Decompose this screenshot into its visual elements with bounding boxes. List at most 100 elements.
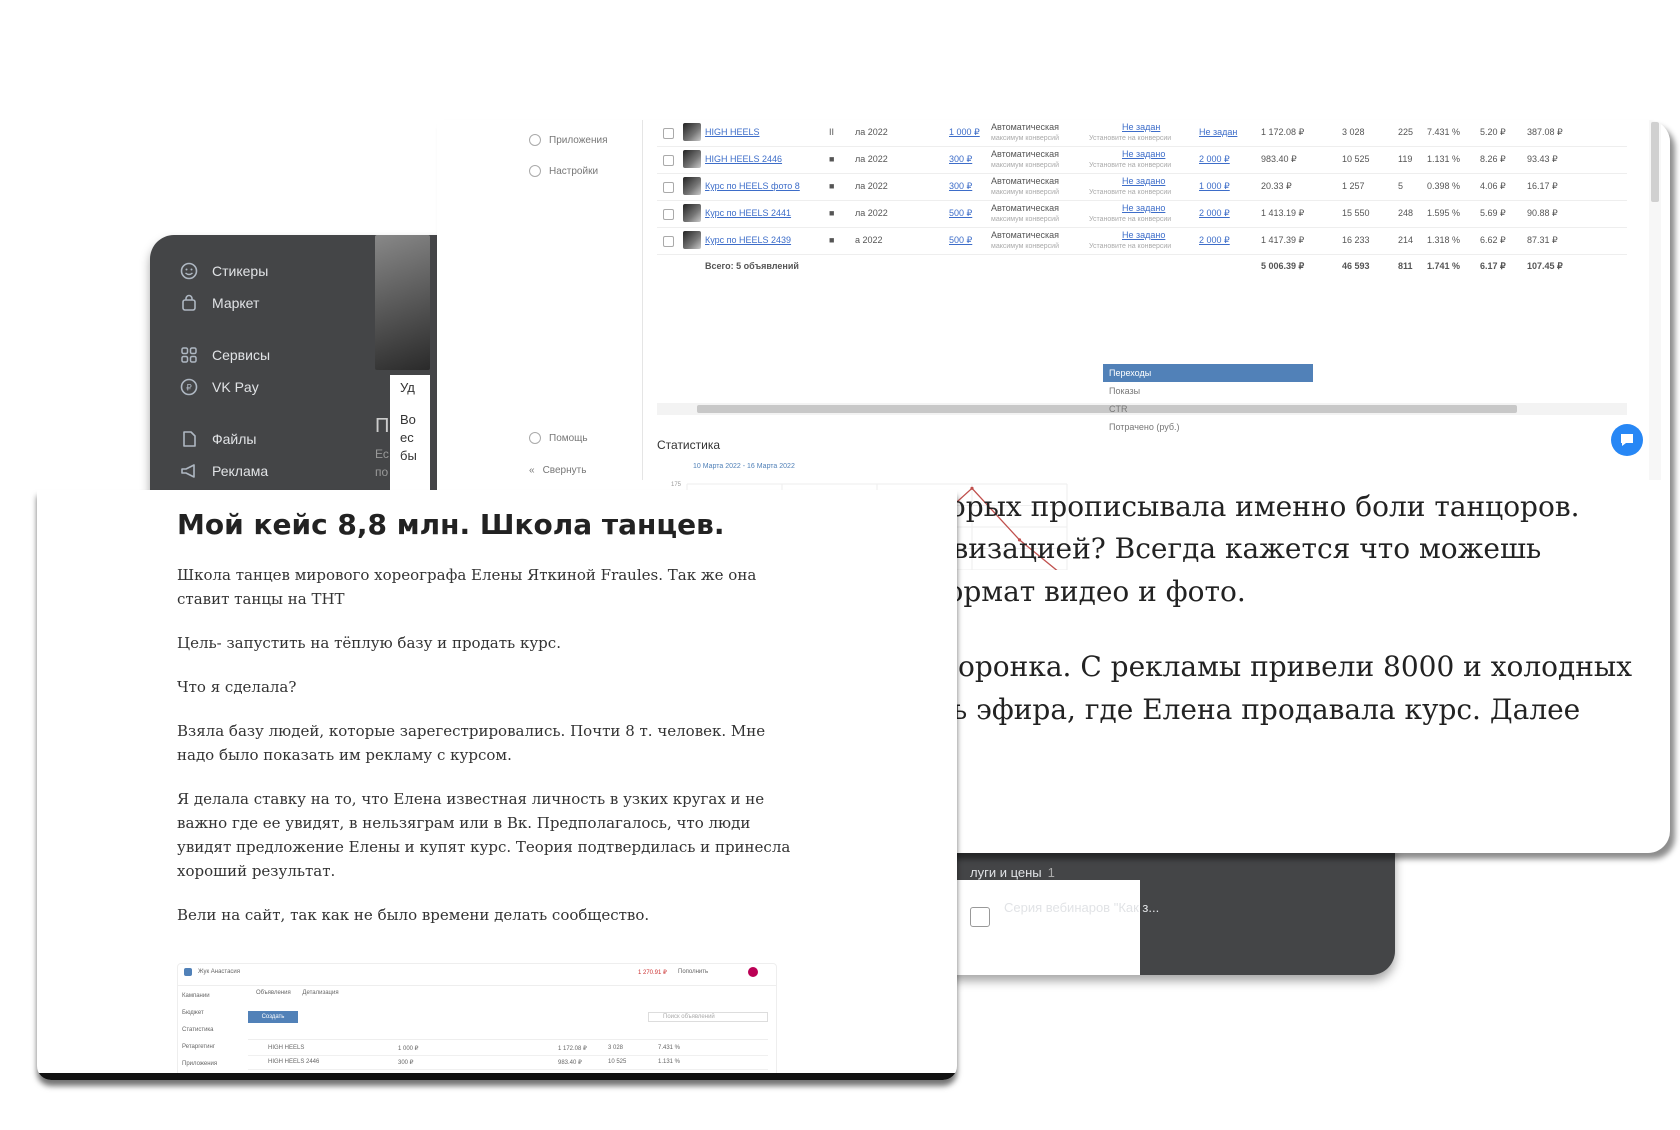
ads-cell-bid: Автоматическая <box>991 176 1059 186</box>
vk-menu-ads[interactable]: Реклама <box>178 455 408 487</box>
svg-text:₽: ₽ <box>186 384 192 394</box>
ads-cell-cpc: 5.20 ₽ <box>1480 127 1506 137</box>
ads-table-row[interactable]: Курс по HEELS 2441 ■ ла 2022 500 ₽ Автоматич… <box>657 201 1627 228</box>
ads-cell-price[interactable]: 500 ₽ <box>949 235 972 246</box>
vk-menu-services[interactable]: Сервисы <box>178 339 408 371</box>
ads-cell-limit[interactable]: Не задано <box>1122 230 1165 240</box>
row-checkbox[interactable] <box>663 155 674 166</box>
ads-cell-price[interactable]: 1 000 ₽ <box>949 127 980 138</box>
ads-cell-status: ■ <box>829 181 835 191</box>
ads-table: HIGH HEELS II ла 2022 1 000 ₽ Автоматическая… <box>657 120 1627 279</box>
mini-sidebar-item[interactable]: Приложения <box>182 1056 242 1073</box>
ads-cell-budget[interactable]: 2 000 ₽ <box>1199 208 1230 219</box>
mini-sidebar-item[interactable]: Ретаргетинг <box>182 1039 242 1056</box>
ads-sidebar-help[interactable]: Помощь <box>529 422 588 454</box>
separator <box>178 319 408 339</box>
mini-table-row[interactable]: HIGH HEELS 2446 300 ₽ 983.40 ₽ 10 525 1.… <box>248 1056 768 1070</box>
ads-cell-cpc: 5.69 ₽ <box>1480 208 1506 218</box>
ads-cell-name[interactable]: Курс по HEELS 2439 <box>705 235 791 245</box>
vk-menu-files[interactable]: Файлы <box>178 423 408 455</box>
ads-cell-budget[interactable]: 2 000 ₽ <box>1199 154 1230 165</box>
scroll-thumb[interactable] <box>1651 122 1659 202</box>
ads-cell-budget[interactable]: Не задан <box>1199 127 1237 137</box>
ads-cell-limit[interactable]: Не задан <box>1122 122 1160 132</box>
mini-create-button[interactable]: Создать объявление <box>248 1011 298 1032</box>
ads-cell-spent: 983.40 ₽ <box>1261 154 1297 164</box>
vk-services-title[interactable]: луги и цены 1 <box>970 865 1370 880</box>
vk-menu-market[interactable]: Маркет <box>178 287 408 319</box>
ad-thumbnail <box>683 177 701 195</box>
vk-service-item[interactable]: Серия вебинаров "Как з... 4 990 ₽ <box>970 900 1370 933</box>
chat-button[interactable] <box>1611 424 1643 456</box>
mini-tab[interactable]: Объявления <box>256 990 291 996</box>
mini-account[interactable]: Жук Анастасия <box>198 969 240 975</box>
vk-menu-label: Файлы <box>212 431 257 447</box>
ads-cell-price[interactable]: 300 ₽ <box>949 181 972 192</box>
mini-cell: 10 525 <box>608 1059 627 1065</box>
bottom-strip <box>37 1073 957 1080</box>
ads-cell-shows: 10 525 <box>1342 154 1370 164</box>
ads-cell-limit_sub: Установите на конверсии <box>1089 243 1172 250</box>
mini-cell: HIGH HEELS 2446 <box>268 1059 320 1065</box>
ads-cell-name[interactable]: Курс по HEELS 2441 <box>705 208 791 218</box>
vk-menu-stickers[interactable]: Стикеры <box>178 255 408 287</box>
y-tick-label: 175 <box>671 482 682 488</box>
mini-topup[interactable]: Пополнить <box>678 969 708 975</box>
vk-logo-icon <box>184 968 192 976</box>
ads-table-row[interactable]: HIGH HEELS 2446 ■ ла 2022 300 ₽ Автоматическ… <box>657 147 1627 174</box>
ads-cell-limit[interactable]: Не задано <box>1122 176 1165 186</box>
article-line: провизацией? Всегда кажется что можешь <box>899 532 1542 565</box>
vk-menu-vkpay[interactable]: ₽ VK Pay <box>178 371 408 403</box>
row-checkbox[interactable] <box>663 209 674 220</box>
ads-cell-spent: 1 172.08 ₽ <box>1261 127 1305 137</box>
sidebar-label: Помощь <box>549 432 588 444</box>
ads-cell-price[interactable]: 300 ₽ <box>949 154 972 165</box>
ads-sidebar-apps[interactable]: Приложения <box>529 124 608 156</box>
mini-ads-screenshot: Жук Анастасия 1 270.91 ₽ Пополнить Кампа… <box>177 963 777 1080</box>
ads-cell-limit[interactable]: Не задано <box>1122 149 1165 159</box>
mini-tab[interactable]: Детализация <box>302 990 338 996</box>
ads-table-row[interactable]: HIGH HEELS II ла 2022 1 000 ₽ Автоматическая… <box>657 120 1627 147</box>
legend-item[interactable]: CTR <box>1103 400 1313 418</box>
mini-sidebar: Кампании Бюджет Статистика Ретаргетинг П… <box>182 988 242 1073</box>
mini-sidebar-item[interactable]: Статистика <box>182 1022 242 1039</box>
collage: Уд Во ес бы П Ес по Стикеры Маркет Серви… <box>0 0 1680 1130</box>
ads-cell-shows: 3 028 <box>1342 127 1365 137</box>
ads-sidebar-collapse[interactable]: « Свернуть <box>529 454 586 486</box>
legend-item[interactable]: Переходы <box>1103 364 1313 382</box>
ads-table-row[interactable]: Курс по HEELS 2439 ■ а 2022 500 ₽ Автоматиче… <box>657 228 1627 255</box>
mini-sidebar-item[interactable]: Кампании <box>182 988 242 1005</box>
mini-sidebar-item[interactable]: Бюджет <box>182 1005 242 1022</box>
mini-cell: 1 000 ₽ <box>398 1046 419 1052</box>
article-line: которых прописывала именно боли танцоров… <box>899 490 1580 523</box>
avatar[interactable] <box>748 967 758 977</box>
divider <box>642 120 643 480</box>
ads-table-row[interactable]: Курс по HEELS фото 8 ■ ла 2022 300 ₽ Автомат… <box>657 174 1627 201</box>
vertical-scrollbar[interactable] <box>1649 120 1661 480</box>
sidebar-label: Приложения <box>549 134 608 146</box>
ads-cell-name[interactable]: HIGH HEELS <box>705 127 760 137</box>
legend-item[interactable]: Показы <box>1103 382 1313 400</box>
vk-menu-label: Стикеры <box>212 263 269 279</box>
ad-thumbnail <box>683 204 701 222</box>
ads-cell-cpc: 8.26 ₽ <box>1480 154 1506 164</box>
article-paragraph: Вели на сайт, так как не было времени де… <box>177 906 650 924</box>
mini-cell: 3 028 <box>608 1045 624 1051</box>
row-checkbox[interactable] <box>663 182 674 193</box>
ads-cell-date: ла 2022 <box>855 154 888 164</box>
mini-search-input[interactable]: Поиск объявлений <box>648 1012 768 1022</box>
ads-cell-spent: 1 417.39 ₽ <box>1261 235 1305 245</box>
ads-cell-budget[interactable]: 1 000 ₽ <box>1199 181 1230 192</box>
ads-cell-price[interactable]: 500 ₽ <box>949 208 972 219</box>
ads-cell-name[interactable]: HIGH HEELS 2446 <box>705 154 782 164</box>
ads-cell-name[interactable]: Курс по HEELS фото 8 <box>705 181 800 191</box>
row-checkbox[interactable] <box>663 236 674 247</box>
row-checkbox[interactable] <box>663 128 674 139</box>
ads-cell-status: ■ <box>829 235 835 245</box>
ads-cell-limit[interactable]: Не задано <box>1122 203 1165 213</box>
total-cell-label: Всего: 5 объявлений <box>705 261 799 271</box>
ads-sidebar-settings[interactable]: Настройки <box>529 155 598 187</box>
legend-item[interactable]: Потрачено (руб.) <box>1103 418 1313 436</box>
ads-cell-budget[interactable]: 2 000 ₽ <box>1199 235 1230 246</box>
mini-table-row[interactable]: HIGH HEELS 1 000 ₽ 1 172.08 ₽ 3 028 7.43… <box>248 1042 768 1056</box>
